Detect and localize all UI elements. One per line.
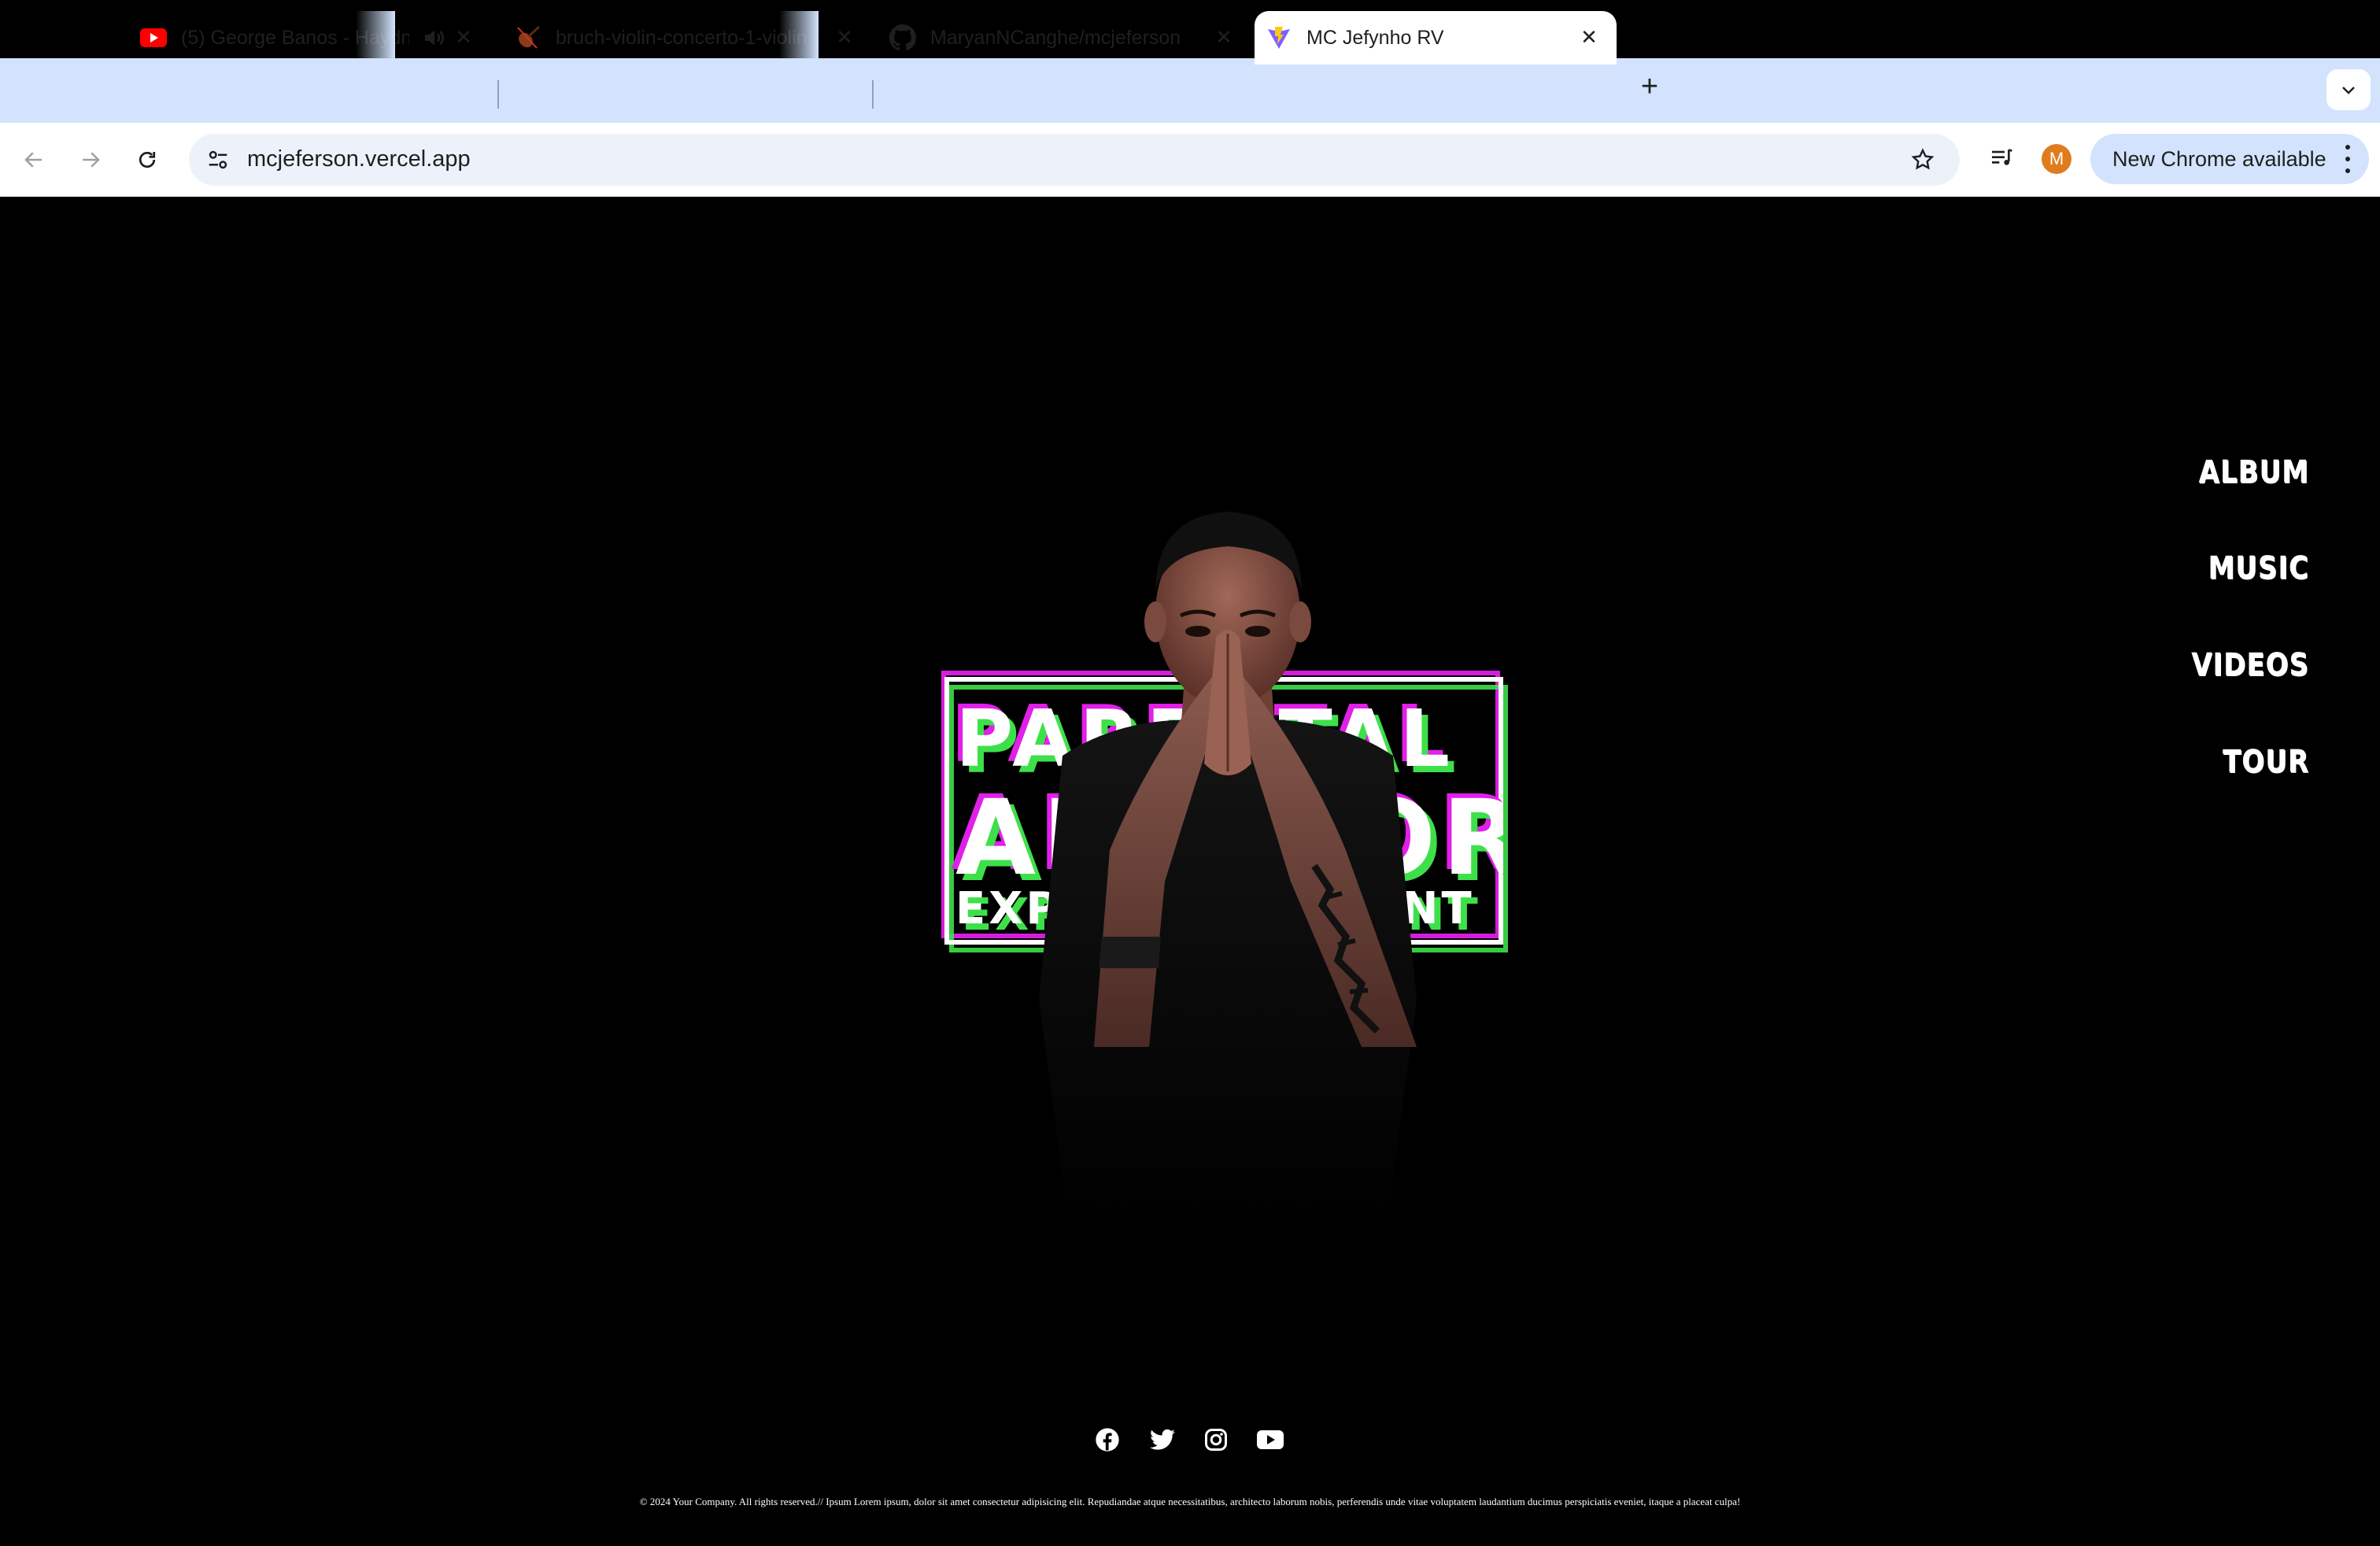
nav-videos[interactable]: VIDEOS [2191, 647, 2309, 683]
tab-youtube[interactable]: (5) George Banos - Haydn ✕ [129, 11, 491, 65]
reload-icon [139, 151, 156, 168]
tab-close-icon[interactable]: ✕ [450, 24, 477, 50]
vite-icon [1266, 24, 1292, 51]
tab-separator [497, 80, 499, 109]
tab-title: MaryanNCanghe/mcjeferson [930, 26, 1181, 49]
back-button[interactable] [14, 140, 54, 179]
speaker-icon[interactable] [422, 25, 447, 50]
tab-close-icon[interactable]: ✕ [831, 24, 858, 50]
address-bar[interactable]: mcjeferson.vercel.app [189, 134, 1960, 186]
kebab-menu-icon[interactable] [2342, 145, 2353, 173]
new-chrome-available-button[interactable]: New Chrome available [2090, 134, 2369, 184]
tab-close-icon[interactable]: ✕ [1576, 24, 1602, 50]
update-label: New Chrome available [2112, 146, 2326, 171]
nav-music[interactable]: MUSIC [2208, 550, 2309, 586]
tab-title-fade [779, 11, 819, 65]
twitter-icon[interactable] [1149, 1426, 1176, 1453]
nav-tour[interactable]: TOUR [2223, 744, 2309, 780]
new-tab-button[interactable]: + [1634, 70, 1665, 103]
nav-album[interactable]: ALBUM [2199, 454, 2309, 490]
footer-text: © 2024 Your Company. All rights reserved… [639, 1496, 1741, 1507]
violin-icon [515, 24, 541, 51]
social-links [1094, 1426, 1291, 1458]
hero-artwork: PARENTAL PARENTAL PARENTAL ADVISORY ADVI… [929, 496, 1527, 1236]
tab-bruch[interactable]: bruch-violin-concerto-1-violin ✕ [504, 11, 872, 65]
artist-photo [1039, 512, 1417, 1236]
media-queue-icon [1992, 149, 2012, 165]
chevron-down-icon [2342, 87, 2355, 94]
site-info-icon[interactable] [203, 145, 233, 175]
github-icon [889, 24, 916, 51]
tab-title: MC Jefynho RV [1306, 26, 1444, 49]
arrow-right-icon [83, 152, 100, 168]
tab-strip [0, 58, 2380, 123]
forward-button[interactable] [71, 140, 110, 179]
youtube-icon[interactable] [1257, 1426, 1284, 1453]
reload-button[interactable] [128, 140, 167, 179]
tab-close-icon[interactable]: ✕ [1210, 24, 1237, 50]
profile-avatar[interactable]: M [2042, 144, 2071, 174]
tab-search-button[interactable] [2326, 69, 2371, 110]
tab-separator [872, 80, 874, 109]
toolbar: mcjeferson.vercel.app [0, 123, 2380, 197]
bookmark-star-icon[interactable] [1908, 145, 1938, 175]
facebook-icon[interactable] [1094, 1426, 1121, 1453]
instagram-icon[interactable] [1203, 1426, 1229, 1453]
youtube-icon [140, 24, 167, 51]
tab-mc-jefynho[interactable]: MC Jefynho RV ✕ [1255, 11, 1617, 65]
media-controls-button[interactable] [1982, 139, 2021, 178]
tab-title-fade [356, 11, 395, 65]
url-text[interactable]: mcjeferson.vercel.app [247, 146, 471, 172]
page-viewport: PARENTAL PARENTAL PARENTAL ADVISORY ADVI… [0, 197, 2380, 1546]
arrow-left-icon [24, 152, 42, 168]
tab-github[interactable]: MaryanNCanghe/mcjeferson ✕ [878, 11, 1251, 65]
